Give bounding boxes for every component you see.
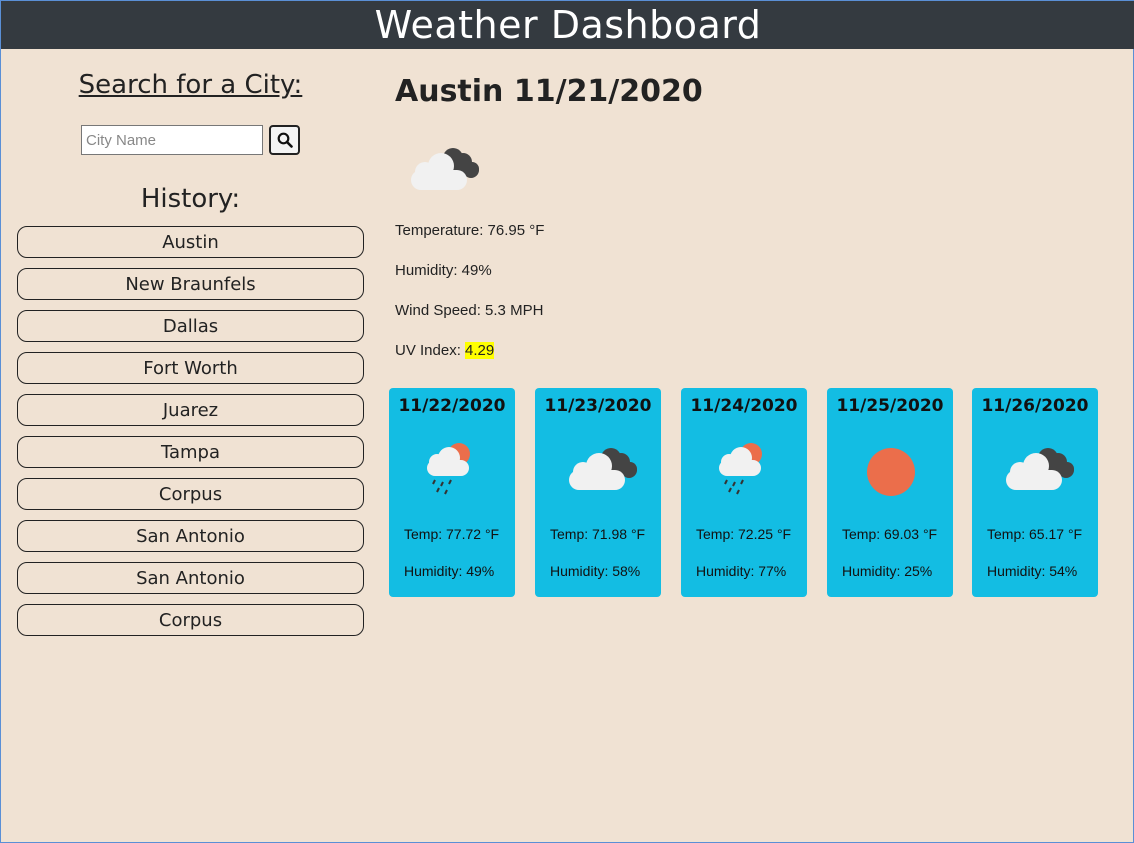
forecast-date: 11/23/2020: [544, 396, 652, 416]
history-item-san-antonio-2[interactable]: San Antonio: [17, 562, 364, 594]
forecast-card: 11/23/2020 Temp: 71.98 °F Humidity: 58%: [535, 388, 661, 597]
history-item-juarez[interactable]: Juarez: [17, 394, 364, 426]
history-item-san-antonio[interactable]: San Antonio: [17, 520, 364, 552]
search-title: Search for a City:: [78, 70, 303, 100]
broken-clouds-icon: [1006, 448, 1074, 490]
page-title: Weather Dashboard: [374, 3, 762, 47]
forecast-weather-icon: [709, 440, 779, 501]
uv-index-label: UV Index:: [395, 342, 466, 359]
forecast-temp: Temp: 77.72 °F: [404, 526, 500, 542]
history-item-fort-worth[interactable]: Fort Worth: [17, 352, 364, 384]
broken-clouds-icon: [411, 148, 479, 190]
forecast-card: 11/25/2020 Temp: 69.03 °F Humidity: 25%: [827, 388, 953, 597]
forecast-date: 11/22/2020: [398, 396, 506, 416]
current-city-title: Austin 11/21/2020: [395, 74, 703, 109]
search-icon: [277, 132, 293, 148]
history-item-new-braunfels[interactable]: New Braunfels: [17, 268, 364, 300]
forecast-temp: Temp: 69.03 °F: [842, 526, 938, 542]
history-title: History:: [140, 184, 241, 214]
search-form: [81, 125, 300, 155]
forecast-date: 11/26/2020: [981, 396, 1089, 416]
current-temperature: Temperature: 76.95 °F: [395, 222, 545, 239]
clear-sky-sun-icon: [867, 448, 915, 496]
history-item-dallas[interactable]: Dallas: [17, 310, 364, 342]
current-wind-speed: Wind Speed: 5.3 MPH: [395, 302, 544, 319]
forecast-humidity: Humidity: 25%: [842, 563, 933, 579]
forecast-humidity: Humidity: 58%: [550, 563, 641, 579]
forecast-humidity: Humidity: 77%: [696, 563, 787, 579]
light-rain-icon: [719, 443, 762, 495]
current-humidity: Humidity: 49%: [395, 262, 492, 279]
current-uv-index: UV Index: 4.29: [395, 342, 495, 359]
forecast-weather-icon: [563, 440, 639, 501]
broken-clouds-icon: [569, 448, 637, 490]
history-item-tampa[interactable]: Tampa: [17, 436, 364, 468]
forecast-temp: Temp: 65.17 °F: [987, 526, 1083, 542]
forecast-date: 11/25/2020: [836, 396, 944, 416]
forecast-date: 11/24/2020: [690, 396, 798, 416]
forecast-weather-icon: [417, 440, 487, 501]
forecast-humidity: Humidity: 54%: [987, 563, 1078, 579]
forecast-card: 11/24/2020 Temp: 72.25 °F Humidity: 77%: [681, 388, 807, 597]
forecast-card: 11/26/2020 Temp: 65.17 °F Humidity: 54%: [972, 388, 1098, 597]
forecast-weather-icon: [1000, 440, 1076, 501]
current-weather-icon: [405, 140, 481, 201]
city-search-input[interactable]: [81, 125, 263, 155]
forecast-card: 11/22/2020 Temp: 77.72 °F Humidity: 49%: [389, 388, 515, 597]
page-header: Weather Dashboard: [1, 0, 1134, 49]
forecast-humidity: Humidity: 49%: [404, 563, 495, 579]
light-rain-icon: [427, 443, 470, 495]
search-button[interactable]: [269, 125, 300, 155]
history-item-corpus[interactable]: Corpus: [17, 478, 364, 510]
forecast-temp: Temp: 72.25 °F: [696, 526, 792, 542]
uv-index-badge: 4.29: [465, 342, 495, 359]
forecast-temp: Temp: 71.98 °F: [550, 526, 646, 542]
history-item-corpus-2[interactable]: Corpus: [17, 604, 364, 636]
forecast-weather-icon: [865, 446, 917, 503]
history-list: Austin New Braunfels Dallas Fort Worth J…: [17, 226, 364, 646]
history-item-austin[interactable]: Austin: [17, 226, 364, 258]
